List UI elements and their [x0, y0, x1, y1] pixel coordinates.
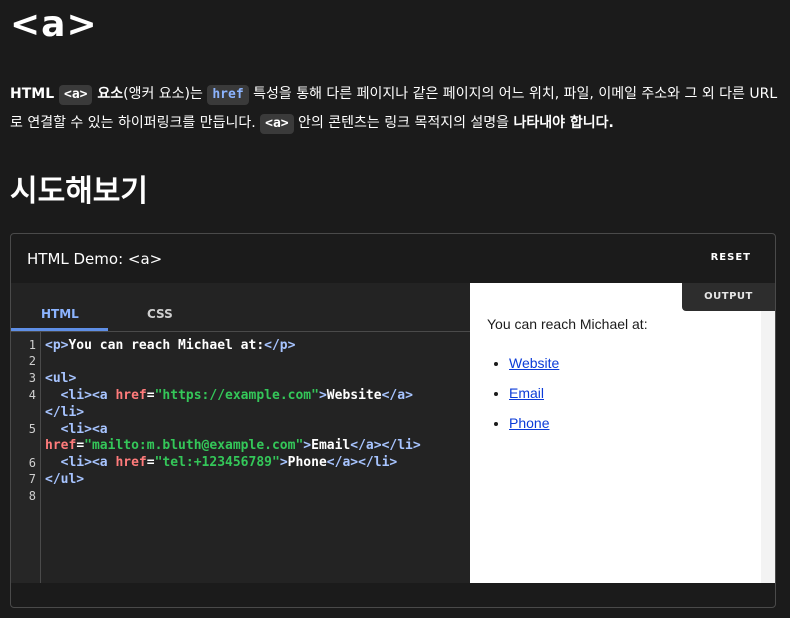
editor-tabs: HTML CSS [11, 283, 470, 332]
code-token: <li> [60, 421, 92, 437]
code-token: > [318, 388, 327, 404]
code-content[interactable]: <p>You can reach Michael at:</p> <ul> <l… [45, 338, 465, 488]
code-token: <a [91, 421, 108, 437]
code-token: <li> [60, 388, 92, 404]
code-token: "mailto:m.bluth@example.com" [84, 438, 304, 454]
intro-text-1: (앵커 요소)는 [123, 86, 208, 102]
line-number: 5 [28, 422, 36, 436]
list-item: Email [509, 378, 559, 408]
code-token: <p> [45, 338, 69, 353]
code-editor: HTML CSS 1 2 3 4 5 6 7 8 <p>You can reac… [11, 283, 470, 583]
tab-html[interactable]: HTML [41, 307, 79, 321]
output-link-phone[interactable]: Phone [509, 415, 549, 431]
interactive-demo: HTML Demo: <a> RESET HTML CSS 1 2 3 4 5 … [10, 233, 776, 608]
code-token: "https://example.com" [154, 388, 319, 404]
code-token: > [279, 454, 288, 470]
demo-title: HTML Demo: <a> [27, 250, 163, 268]
output-link-website[interactable]: Website [509, 355, 559, 371]
code-token: You can reach Michael at: [68, 338, 265, 353]
code-token: > [303, 438, 312, 454]
intro-element-label: 요소 [92, 86, 124, 102]
line-number-gutter: 1 2 3 4 5 6 7 8 [11, 332, 41, 583]
active-tab-indicator [11, 328, 108, 331]
line-number: 1 [28, 338, 36, 352]
section-title: 시도해보기 [10, 174, 148, 209]
output-link-email[interactable]: Email [509, 385, 544, 401]
code-token: </p> [264, 338, 296, 353]
output-text: You can reach Michael at: [487, 316, 648, 332]
code-token: <a [91, 388, 108, 404]
intro-text-3: 안의 콘텐츠는 링크 목적지의 설명을 [293, 115, 514, 131]
code-token: = [146, 388, 155, 404]
code-token: = [146, 454, 155, 470]
code-token: = [76, 438, 85, 454]
line-number: 6 [28, 456, 36, 470]
intro-text-bold: 나타내야 합니다. [513, 115, 614, 131]
code-token: href [115, 454, 147, 470]
code-token: Phone [287, 454, 327, 470]
code-token: </li> [358, 454, 398, 470]
line-number: 2 [28, 354, 36, 368]
page-title: <a> [10, 4, 98, 45]
code-token: Website [326, 388, 382, 404]
line-number: 7 [28, 472, 36, 486]
output-link-list: Website Email Phone [487, 348, 559, 438]
list-item: Website [509, 348, 559, 378]
code-chip-a-2[interactable]: <a> [260, 114, 294, 134]
code-token: <a [91, 454, 108, 470]
code-token: Email [311, 438, 351, 454]
code-token: </li> [45, 404, 85, 420]
code-chip-href[interactable]: href [207, 85, 249, 105]
intro-html-label: HTML [10, 86, 59, 102]
code-token: </a> [350, 438, 382, 454]
code-token: </li> [381, 438, 421, 454]
line-number: 3 [28, 371, 36, 385]
code-token: href [45, 438, 77, 454]
code-token: <li> [60, 454, 92, 470]
code-token: </a> [381, 388, 413, 404]
tab-css[interactable]: CSS [147, 307, 173, 321]
code-token: "tel:+123456789" [154, 454, 280, 470]
code-token: </ul> [45, 471, 85, 487]
code-token: href [115, 388, 147, 404]
reset-button[interactable]: RESET [711, 252, 751, 263]
list-item: Phone [509, 408, 559, 438]
intro-paragraph: HTML <a> 요소(앵커 요소)는 href 특성을 통해 다른 페이지나 … [10, 80, 780, 138]
code-chip-a[interactable]: <a> [59, 85, 93, 105]
line-number: 8 [28, 489, 36, 503]
output-label: OUTPUT [682, 283, 775, 311]
code-token: <ul> [45, 371, 77, 387]
line-number: 4 [28, 388, 36, 402]
output-pane: OUTPUT You can reach Michael at: Website… [470, 283, 775, 583]
output-scrollbar[interactable] [761, 311, 775, 583]
code-token: </a> [326, 454, 359, 470]
demo-header: HTML Demo: <a> RESET [11, 234, 775, 284]
